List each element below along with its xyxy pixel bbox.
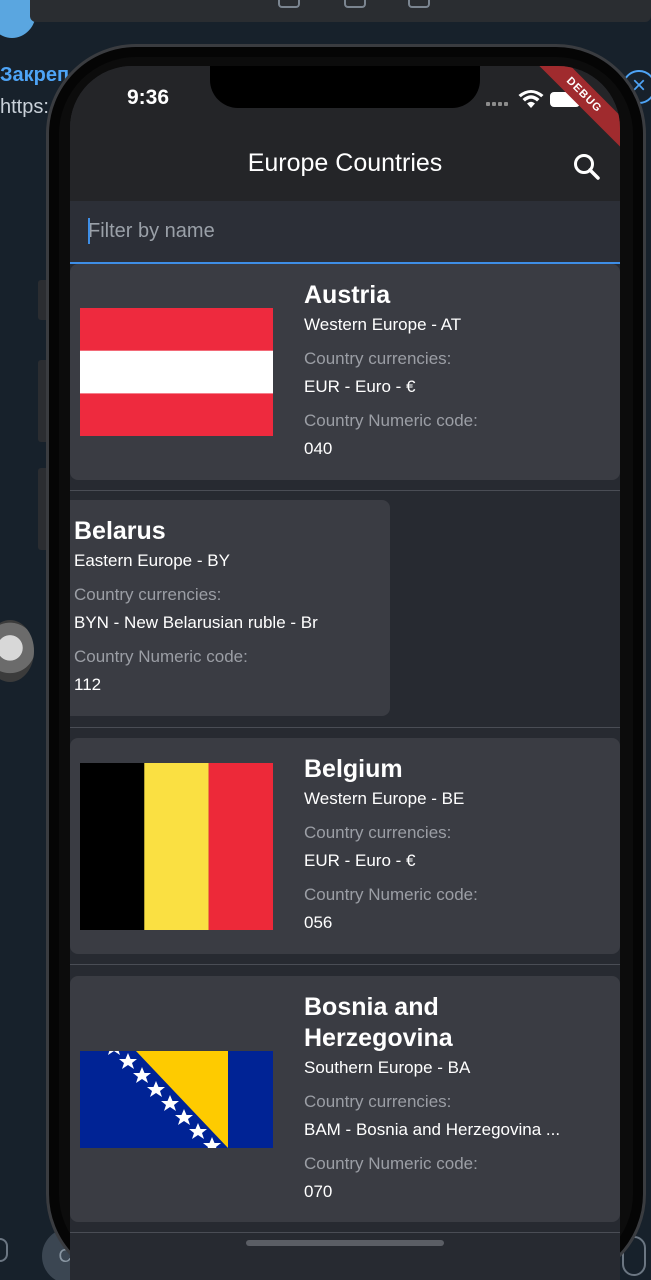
country-name: Belgium xyxy=(304,755,403,783)
currency-value: EUR - Euro - € xyxy=(304,851,416,870)
numeric-code-label: Country Numeric code: xyxy=(304,1154,478,1173)
flag-bosnia xyxy=(80,1051,273,1148)
country-name: Austria xyxy=(304,281,391,309)
currencies-label: Country currencies: xyxy=(304,1092,452,1111)
phone-volume-up xyxy=(38,360,46,442)
country-region: Western Europe - AT xyxy=(304,315,462,334)
currencies-label: Country currencies: xyxy=(304,823,452,842)
country-name: Bosnia and Herzegovina xyxy=(304,993,453,1052)
country-card-belgium[interactable]: Belgium Western Europe - BE Country curr… xyxy=(70,738,620,954)
country-region: Eastern Europe - BY xyxy=(74,551,230,570)
chat-user-avatar[interactable] xyxy=(0,620,34,682)
window-icon xyxy=(408,0,430,8)
country-info: Bosnia and Herzegovina Southern Europe -… xyxy=(304,992,590,1202)
status-time: 9:36 xyxy=(127,86,170,109)
country-region: Southern Europe - BA xyxy=(304,1058,471,1077)
flag-belgium xyxy=(80,763,273,930)
country-card-austria[interactable]: Austria Western Europe - AT Country curr… xyxy=(70,264,620,480)
country-card-belarus[interactable]: Belarus Eastern Europe - BY Country curr… xyxy=(70,500,390,716)
filter-input[interactable] xyxy=(88,215,588,247)
background-toolbar xyxy=(30,0,651,22)
search-icon[interactable] xyxy=(570,150,604,184)
list-divider xyxy=(70,490,620,491)
text-cursor xyxy=(88,218,90,244)
currencies-label: Country currencies: xyxy=(74,585,222,604)
country-region: Western Europe - BE xyxy=(304,789,465,808)
pinned-message-link[interactable]: https: xyxy=(0,96,49,119)
list-divider xyxy=(70,727,620,728)
app-bar: Europe Countries xyxy=(70,132,620,201)
camera-icon xyxy=(278,0,300,8)
phone-screen: 9:36 DEBUG Europe Countries Filter by na… xyxy=(70,66,620,1280)
attach-icon[interactable] xyxy=(0,1238,8,1262)
phone-silent-switch xyxy=(38,280,46,320)
country-info: Austria Western Europe - AT Country curr… xyxy=(304,280,590,459)
country-name: Belarus xyxy=(74,517,166,545)
numeric-code-label: Country Numeric code: xyxy=(304,411,478,430)
phone-notch xyxy=(210,66,480,108)
pinned-message-title[interactable]: Закреп xyxy=(0,64,69,87)
page-title: Europe Countries xyxy=(247,149,443,177)
currency-value: EUR - Euro - € xyxy=(304,377,416,396)
currency-value: BYN - New Belarusian ruble - Br xyxy=(74,613,318,632)
numeric-code-label: Country Numeric code: xyxy=(74,647,248,666)
currencies-label: Country currencies: xyxy=(304,349,452,368)
numeric-code-value: 040 xyxy=(304,439,333,458)
grid-icon xyxy=(344,0,366,8)
country-info: Belgium Western Europe - BE Country curr… xyxy=(304,754,590,933)
numeric-code-value: 070 xyxy=(304,1182,333,1201)
flag-austria xyxy=(80,308,273,436)
signal-icon xyxy=(486,102,508,106)
list-divider xyxy=(70,964,620,965)
wifi-icon xyxy=(518,90,544,108)
currency-value: BAM - Bosnia and Herzegovina ... xyxy=(304,1120,561,1139)
numeric-code-value: 112 xyxy=(74,675,102,694)
phone-volume-down xyxy=(38,468,46,550)
list-divider xyxy=(70,1232,620,1233)
country-info: Belarus Eastern Europe - BY Country curr… xyxy=(74,516,374,695)
filter-bar xyxy=(70,201,620,264)
country-card-bosnia[interactable]: Bosnia and Herzegovina Southern Europe -… xyxy=(70,976,620,1222)
home-indicator[interactable] xyxy=(246,1240,444,1246)
numeric-code-label: Country Numeric code: xyxy=(304,885,478,904)
numeric-code-value: 056 xyxy=(304,913,333,932)
